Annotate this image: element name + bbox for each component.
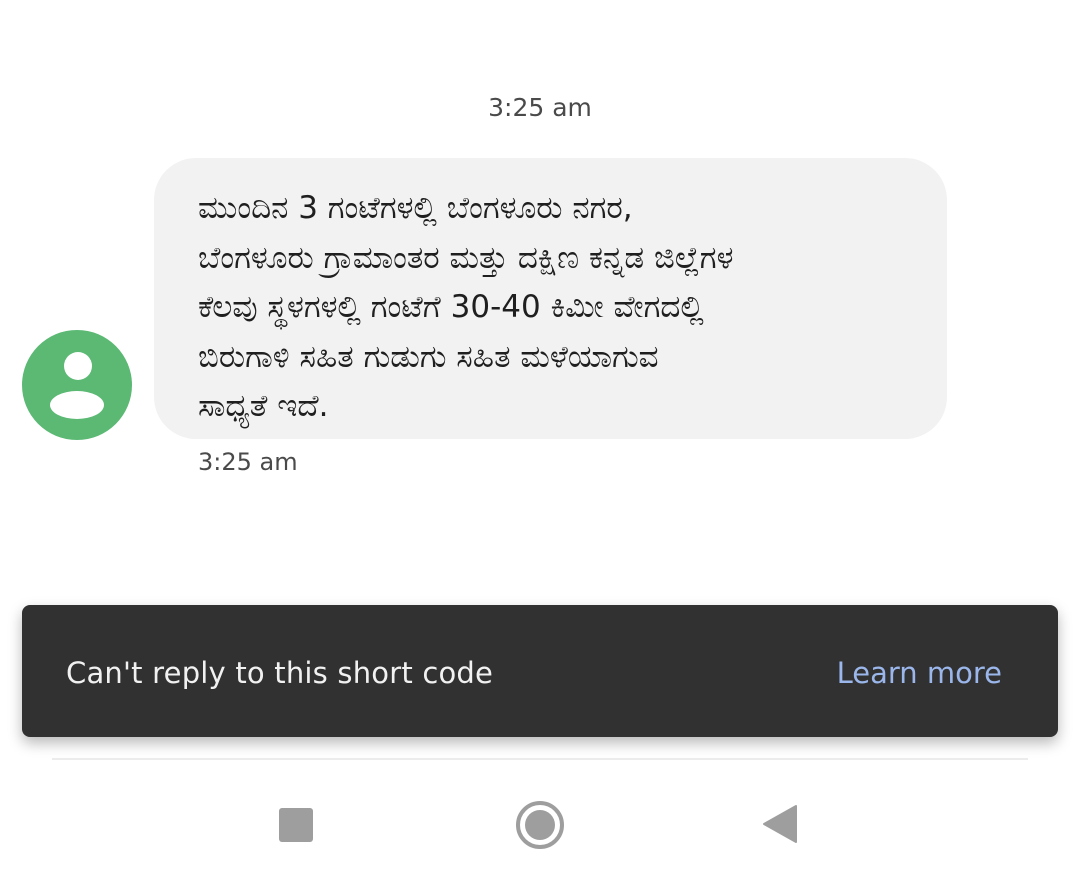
recents-square-icon[interactable] — [279, 808, 313, 842]
message-text: ಮುಂದಿನ 3 ಗಂಟೆಗಳಲ್ಲಿ ಬೆಂಗಳೂರು ನಗರ, ಬೆಂಗಳೂ… — [198, 190, 734, 424]
messages-screen: 3:25 am ಮುಂದಿನ 3 ಗಂಟೆಗಳಲ್ಲಿ ಬೆಂಗಳೂರು ನಗರ… — [0, 0, 1080, 889]
person-icon-body — [50, 391, 104, 419]
sender-avatar[interactable] — [22, 330, 132, 440]
person-icon-head — [64, 352, 92, 380]
snackbar-message: Can't reply to this short code — [66, 656, 494, 690]
home-circle-icon[interactable] — [515, 800, 565, 850]
message-timestamp: 3:25 am — [198, 448, 298, 476]
snackbar: Can't reply to this short code Learn mor… — [22, 605, 1058, 737]
back-triangle-icon[interactable] — [762, 804, 798, 844]
system-nav-bar — [0, 760, 1080, 889]
learn-more-button[interactable]: Learn more — [837, 655, 1002, 691]
message-bubble[interactable]: ಮುಂದಿನ 3 ಗಂಟೆಗಳಲ್ಲಿ ಬೆಂಗಳೂರು ನಗರ, ಬೆಂಗಳೂ… — [154, 158, 947, 439]
conversation-timestamp: 3:25 am — [488, 93, 592, 122]
